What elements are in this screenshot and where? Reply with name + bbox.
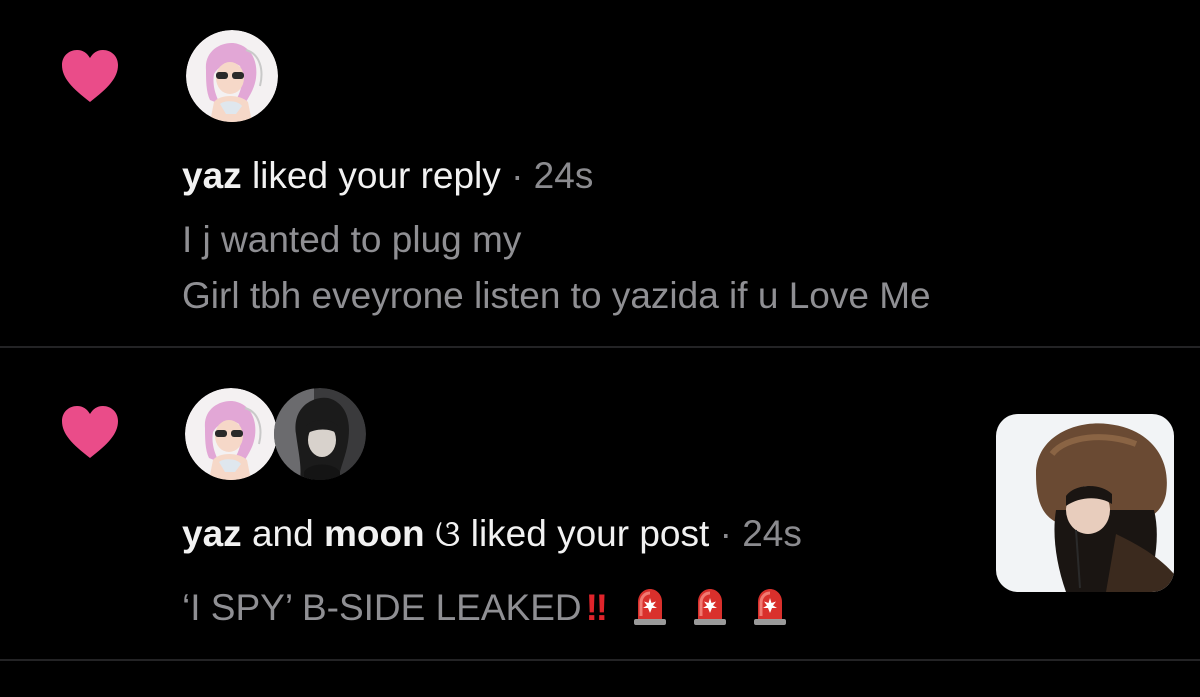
avatar-moon[interactable] — [274, 388, 366, 480]
reply-preview[interactable]: I j wanted to plug my Girl tbh eveyrone … — [182, 212, 931, 324]
avatar-yaz[interactable] — [185, 388, 277, 480]
name-suffix-glyph: ଓ — [434, 513, 461, 554]
connector-text: and — [251, 513, 314, 554]
post-preview-text: ‘I SPY’ B-SIDE LEAKED — [182, 587, 582, 628]
separator-dot: · — [719, 513, 732, 554]
timestamp: 24s — [533, 155, 594, 196]
reply-preview-line-1: I j wanted to plug my — [182, 219, 522, 260]
notification-item-reply-like[interactable]: yaz liked your reply · 24s I j wanted to… — [0, 0, 1200, 347]
siren-icon — [753, 589, 786, 625]
post-preview[interactable]: ‘I SPY’ B-SIDE LEAKED ‼ — [182, 580, 790, 636]
notification-item-post-like[interactable]: yaz and moon ଓ liked your post · 24s ‘I … — [0, 348, 1200, 660]
notification-headline: yaz liked your reply · 24s — [182, 154, 593, 198]
actor-name-moon[interactable]: moon — [324, 513, 425, 554]
notification-action: liked your reply — [251, 155, 501, 196]
actor-name-yaz[interactable]: yaz — [182, 513, 242, 554]
double-exclamation-icon: ‼ — [585, 587, 608, 628]
divider — [0, 659, 1200, 661]
notification-headline: yaz and moon ଓ liked your post · 24s — [182, 512, 802, 556]
notification-action: liked your post — [470, 513, 710, 554]
heart-icon — [62, 50, 118, 102]
reply-preview-line-2: Girl tbh eveyrone listen to yazida if u … — [182, 275, 931, 316]
heart-icon — [62, 406, 118, 458]
siren-icon — [693, 589, 726, 625]
timestamp: 24s — [742, 513, 802, 554]
post-thumbnail[interactable] — [996, 414, 1174, 592]
siren-icon — [633, 589, 666, 625]
actor-name-yaz[interactable]: yaz — [182, 155, 242, 196]
avatar-yaz[interactable] — [186, 30, 278, 122]
separator-dot: · — [511, 155, 524, 196]
